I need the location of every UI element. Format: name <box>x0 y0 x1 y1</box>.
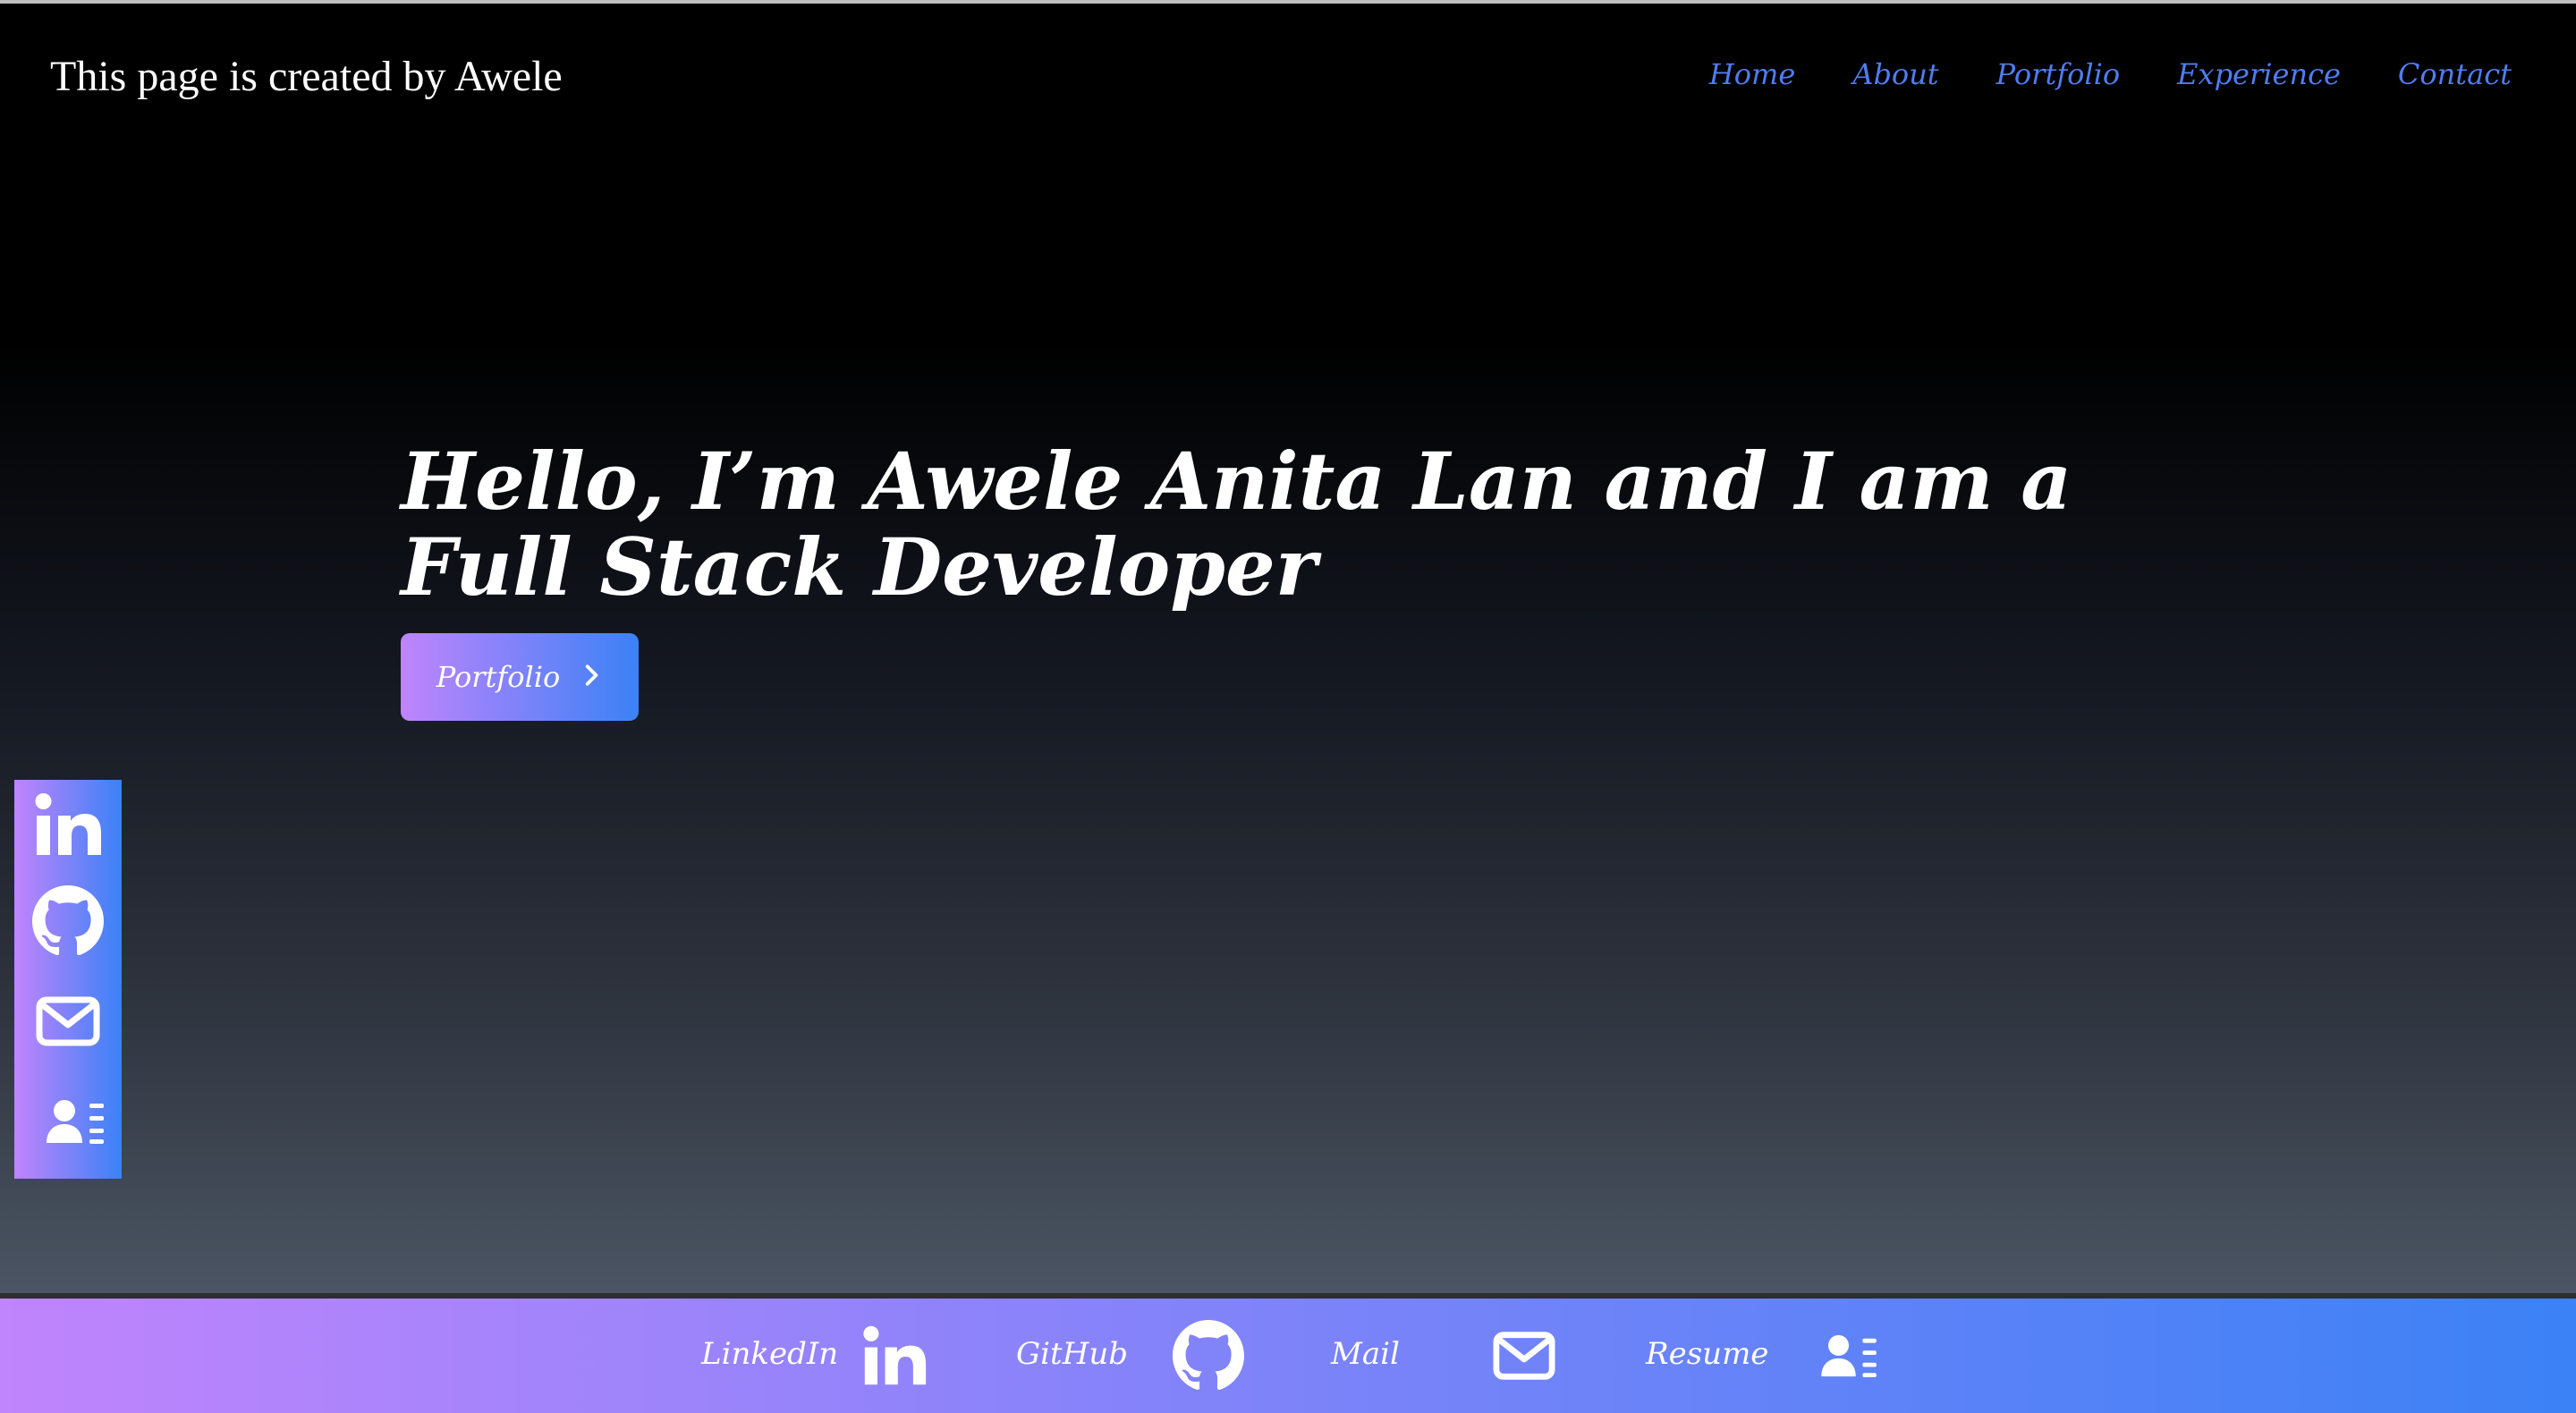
portfolio-button-label: Portfolio <box>436 660 561 694</box>
linkedin-icon[interactable] <box>860 1318 928 1393</box>
chevron-right-icon <box>580 660 603 694</box>
brand-title: This page is created by Awele <box>50 53 563 100</box>
hero-heading: Hello, I’m Awele Anita Lan and I am a Fu… <box>401 435 2072 613</box>
resume-icon[interactable] <box>1819 1318 1880 1393</box>
side-social-bar <box>14 780 122 1179</box>
nav-portfolio[interactable]: Portfolio <box>1996 57 2121 91</box>
hero-section: This page is created by Awele Home About… <box>0 4 2576 1297</box>
github-icon[interactable] <box>1172 1318 1245 1393</box>
portfolio-button[interactable]: Portfolio <box>401 633 639 721</box>
mail-icon <box>36 996 100 1050</box>
side-github-link[interactable] <box>14 878 122 968</box>
footer-mail-label[interactable]: Mail <box>1331 1336 1400 1372</box>
footer-linkedin-label[interactable]: LinkedIn <box>701 1336 838 1372</box>
footer-github-label[interactable]: GitHub <box>1016 1336 1128 1372</box>
footer-bar: LinkedIn GitHub Mail Resume <box>0 1299 2576 1413</box>
nav-about[interactable]: About <box>1852 57 1938 91</box>
side-mail-link[interactable] <box>14 978 122 1068</box>
github-icon <box>32 885 104 960</box>
nav-experience[interactable]: Experience <box>2177 57 2341 91</box>
nav-home[interactable]: Home <box>1709 57 1795 91</box>
nav-contact[interactable]: Contact <box>2398 57 2512 91</box>
footer-resume-label[interactable]: Resume <box>1646 1336 1768 1372</box>
mail-icon[interactable] <box>1492 1318 1556 1393</box>
linkedin-icon <box>33 792 103 860</box>
main-nav: Home About Portfolio Experience Contact <box>1709 57 2512 91</box>
side-resume-link[interactable] <box>14 1079 122 1168</box>
resume-icon <box>47 1098 106 1148</box>
side-linkedin-link[interactable] <box>14 782 122 871</box>
